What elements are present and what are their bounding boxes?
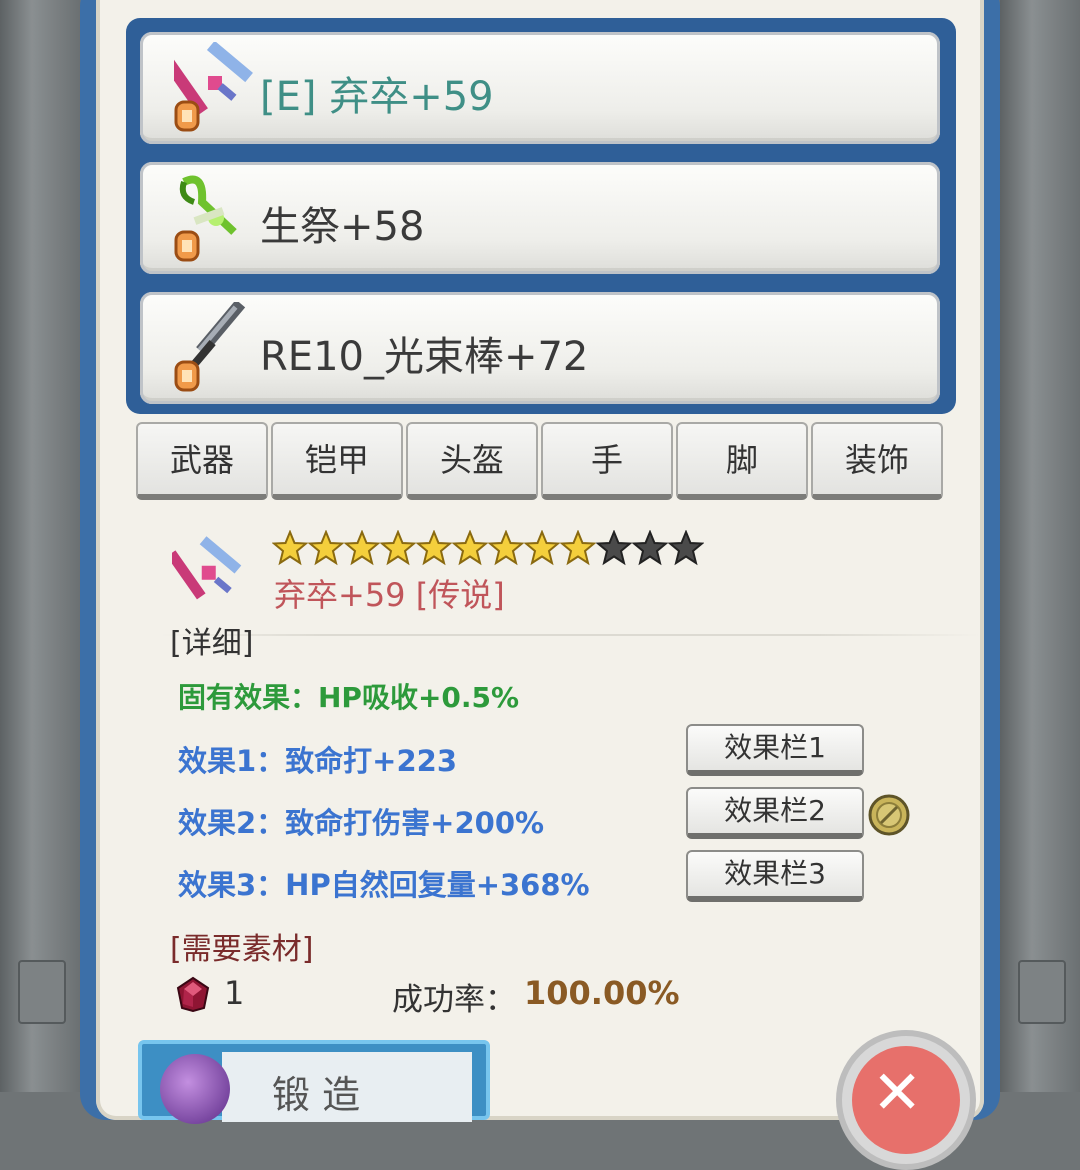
equipment-row[interactable]: 生祭+58 [140, 162, 940, 274]
tab-hand[interactable]: 手 [541, 422, 673, 500]
purple-orb-icon [160, 1054, 230, 1124]
star-filled-icon [416, 530, 452, 566]
star-empty-icon [596, 530, 632, 566]
right-stone-pillar [1000, 0, 1080, 1092]
equipment-row[interactable]: [E] 弃卒+59 [140, 32, 940, 144]
category-tabs: 武器 铠甲 头盔 手 脚 装饰 [136, 422, 946, 504]
star-filled-icon [488, 530, 524, 566]
tab-foot[interactable]: 脚 [676, 422, 808, 500]
star-filled-icon [272, 530, 308, 566]
divider [160, 634, 980, 636]
effect-slot-1-button[interactable]: 效果栏1 [686, 724, 864, 776]
pink-sword-icon [172, 536, 242, 600]
equipment-name: 生祭+58 [260, 204, 425, 250]
tab-helmet[interactable]: 头盔 [406, 422, 538, 500]
red-gem-icon [176, 976, 210, 1012]
equipment-name: [E] 弃卒+59 [260, 74, 494, 120]
rarity-stars [272, 530, 704, 566]
star-filled-icon [344, 530, 380, 566]
close-button[interactable]: ✕ [836, 1030, 976, 1170]
green-scythe-icon [174, 175, 237, 262]
effect-slot-2-button[interactable]: 效果栏2 [686, 787, 864, 839]
equipment-name: RE10_光束棒+72 [260, 334, 589, 380]
item-title: 弃卒+59 [传说] [274, 576, 505, 614]
tab-armor[interactable]: 铠甲 [271, 422, 403, 500]
effect-1: 效果1：致命打+223 [178, 744, 458, 778]
star-filled-icon [524, 530, 560, 566]
dark-sword-icon [174, 302, 246, 392]
materials-header: [需要素材] [170, 932, 314, 967]
gold-coin-icon [868, 794, 910, 836]
star-empty-icon [668, 530, 704, 566]
inherent-effect: 固有效果：HP吸收+0.5% [178, 681, 520, 714]
effect-slot-3-button[interactable]: 效果栏3 [686, 850, 864, 902]
effect-3: 效果3：HP自然回复量+368% [178, 868, 590, 902]
tab-accessory[interactable]: 装饰 [811, 422, 943, 500]
detail-header: [详细] [170, 626, 254, 661]
pink-sword-icon [174, 42, 253, 132]
pillar-brick [18, 960, 66, 1024]
forge-button[interactable]: 锻 造 [138, 1040, 490, 1124]
material-count: 1 [224, 974, 245, 1012]
left-stone-pillar [0, 0, 80, 1092]
star-filled-icon [308, 530, 344, 566]
star-filled-icon [380, 530, 416, 566]
star-empty-icon [632, 530, 668, 566]
success-rate-value: 100.00% [524, 974, 680, 1012]
pillar-brick [1018, 960, 1066, 1024]
effect-2: 效果2：致命打伤害+200% [178, 806, 545, 840]
close-icon: ✕ [872, 1058, 923, 1128]
tab-weapon[interactable]: 武器 [136, 422, 268, 500]
equipment-row[interactable]: RE10_光束棒+72 [140, 292, 940, 404]
star-filled-icon [560, 530, 596, 566]
equipment-list: [E] 弃卒+59 生祭+58 RE10_光束棒+72 [126, 18, 956, 414]
star-filled-icon [452, 530, 488, 566]
success-rate-label: 成功率： [392, 982, 516, 1018]
